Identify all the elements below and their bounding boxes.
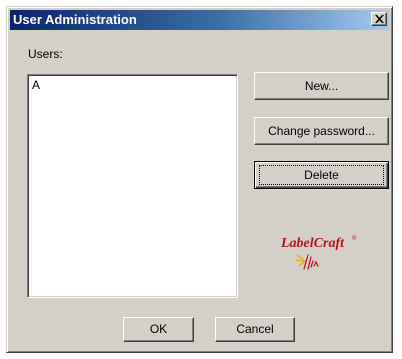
window-title: User Administration <box>13 12 137 27</box>
user-list-item[interactable]: A <box>32 78 40 92</box>
change-password-button[interactable]: Change password... <box>254 117 389 145</box>
delete-button-label: Delete <box>304 168 339 182</box>
change-password-button-label: Change password... <box>268 124 375 138</box>
titlebar[interactable]: User Administration <box>10 10 389 30</box>
ok-button-label: OK <box>149 322 168 336</box>
new-user-button-label: New... <box>304 79 339 93</box>
ok-button[interactable]: OK <box>123 317 194 342</box>
labelcraft-logo-graphic: LabelCraft ® <box>280 235 357 270</box>
svg-text:®: ® <box>352 235 357 242</box>
new-user-button[interactable]: New... <box>254 72 389 100</box>
close-button[interactable] <box>371 12 387 26</box>
users-label: Users: <box>28 47 63 61</box>
labelcraft-logo: LabelCraft ® <box>279 233 361 273</box>
users-listbox[interactable]: A <box>27 74 238 298</box>
cancel-button-label: Cancel <box>236 322 274 336</box>
user-administration-dialog: User Administration Users: A New... Chan… <box>6 6 393 353</box>
close-icon <box>375 15 384 23</box>
delete-button[interactable]: Delete <box>254 161 389 189</box>
cancel-button[interactable]: Cancel <box>215 317 295 342</box>
svg-text:LabelCraft: LabelCraft <box>280 236 345 251</box>
